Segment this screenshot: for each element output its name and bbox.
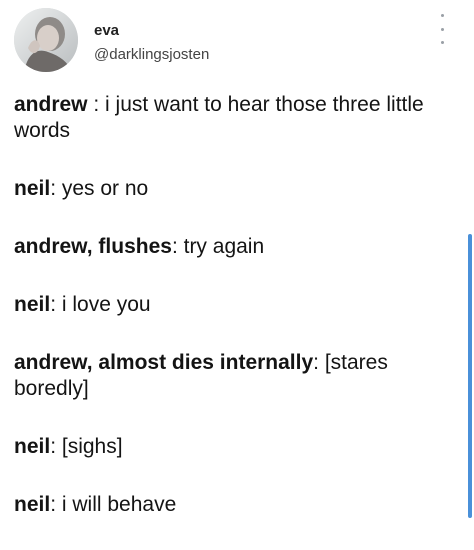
speaker-name: neil [14, 435, 51, 458]
dialogue-line: neil: [sighs] [14, 434, 454, 460]
separator: : [50, 435, 62, 458]
dialogue-text: try again [183, 235, 265, 258]
speaker-name: andrew, almost dies internally [14, 351, 314, 374]
speaker-name: neil [14, 493, 51, 516]
speaker-name: neil [14, 293, 51, 316]
dialogue-text: i love you [61, 293, 151, 316]
speaker-name: andrew, flushes [14, 235, 172, 258]
separator: : [313, 351, 325, 374]
avatar[interactable] [14, 8, 78, 72]
post-body: andrew : i just want to hear those three… [14, 92, 454, 550]
dialogue-line: neil: i will behave [14, 492, 454, 518]
separator: : [50, 493, 62, 516]
dialogue-line: neil: yes or no [14, 176, 454, 202]
speaker-name: andrew [14, 93, 88, 116]
dialogue-text: i will behave [61, 493, 177, 516]
separator: : [50, 177, 62, 200]
dialogue-text: yes or no [61, 177, 149, 200]
scrollbar[interactable] [468, 234, 472, 518]
dialogue-line: neil: i love you [14, 292, 454, 318]
more-options-icon[interactable] [434, 14, 450, 44]
dialogue-line: andrew, flushes: try again [14, 234, 454, 260]
separator: : [171, 235, 184, 258]
separator: : [50, 293, 62, 316]
author-handle[interactable]: @darklingsjosten [94, 46, 209, 63]
speaker-name: neil [14, 177, 51, 200]
dialogue-line: andrew, almost dies internally: [stares … [14, 350, 454, 402]
author-name[interactable]: eva [94, 22, 119, 39]
separator: : [87, 93, 106, 116]
dialogue-line: andrew : i just want to hear those three… [14, 92, 454, 144]
post-header: eva @darklingsjosten [14, 8, 454, 72]
dialogue-text: [sighs] [61, 435, 123, 458]
